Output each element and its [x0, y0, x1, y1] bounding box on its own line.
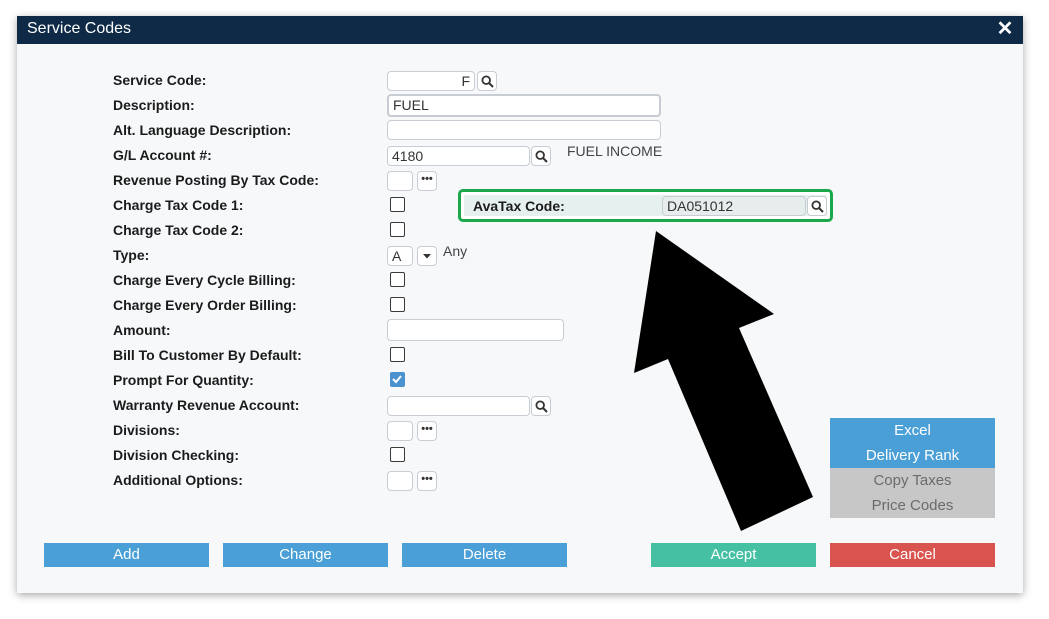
bill-to-customer-by-default-checkbox[interactable]: [390, 347, 405, 362]
checkmark-icon: [392, 375, 402, 384]
search-icon: [534, 149, 548, 163]
label-service-code: Service Code:: [113, 72, 207, 88]
revenue-posting-more-button[interactable]: •••: [417, 171, 437, 191]
label-prompt-for-quantity: Prompt For Quantity:: [113, 372, 254, 388]
cancel-button[interactable]: Cancel: [830, 543, 995, 567]
search-icon: [534, 399, 548, 413]
price-codes-button[interactable]: Price Codes: [830, 493, 995, 518]
label-revenue-posting-by-tax-code: Revenue Posting By Tax Code:: [113, 172, 319, 188]
prompt-for-quantity-checkbox[interactable]: [390, 372, 405, 387]
divisions-more-button[interactable]: •••: [417, 421, 437, 441]
avatax-panel: AvaTax Code: DA051012: [464, 195, 827, 216]
label-division-checking: Division Checking:: [113, 447, 240, 463]
service-code-search-button[interactable]: [477, 71, 497, 91]
additional-options-input[interactable]: [387, 471, 413, 491]
change-button[interactable]: Change: [223, 543, 388, 567]
warranty-revenue-account-search-button[interactable]: [531, 396, 551, 416]
charge-tax-code-2-checkbox[interactable]: [390, 222, 405, 237]
division-checking-checkbox[interactable]: [390, 447, 405, 462]
additional-options-more-button[interactable]: •••: [417, 471, 437, 491]
label-divisions: Divisions:: [113, 422, 180, 438]
label-additional-options: Additional Options:: [113, 472, 243, 488]
divisions-input[interactable]: [387, 421, 413, 441]
accept-button[interactable]: Accept: [651, 543, 816, 567]
label-charge-every-cycle-billing: Charge Every Cycle Billing:: [113, 272, 296, 288]
close-icon[interactable]: ✕: [995, 18, 1015, 40]
warranty-revenue-account-input[interactable]: [387, 396, 530, 416]
avatax-code-search-button[interactable]: [807, 196, 827, 216]
label-warranty-revenue-account: Warranty Revenue Account:: [113, 397, 300, 413]
label-description: Description:: [113, 97, 195, 113]
more-icon: •••: [421, 173, 433, 185]
type-dropdown-button[interactable]: [417, 246, 437, 266]
alt-language-description-input[interactable]: [387, 120, 661, 140]
amount-input[interactable]: [387, 319, 564, 341]
description-input[interactable]: FUEL: [387, 94, 661, 117]
type-name: Any: [443, 243, 468, 259]
title-bar: Service Codes ✕: [17, 16, 1023, 44]
charge-tax-code-1-checkbox[interactable]: [390, 197, 405, 212]
chevron-down-icon: [423, 254, 431, 259]
search-icon: [810, 199, 824, 213]
copy-taxes-button[interactable]: Copy Taxes: [830, 468, 995, 493]
gl-account-input[interactable]: 4180: [387, 146, 530, 166]
delivery-rank-button[interactable]: Delivery Rank: [830, 443, 995, 468]
service-codes-dialog: Service Codes ✕ Service Code: Descriptio…: [17, 16, 1023, 593]
more-icon: •••: [421, 423, 433, 435]
label-charge-tax-code-1: Charge Tax Code 1:: [113, 197, 244, 213]
label-avatax-code: AvaTax Code:: [473, 198, 565, 214]
search-icon: [480, 74, 494, 88]
gl-account-name: FUEL INCOME: [567, 143, 663, 159]
more-icon: •••: [421, 473, 433, 485]
revenue-posting-input[interactable]: [387, 171, 413, 191]
type-input[interactable]: A: [387, 246, 413, 266]
avatax-code-input[interactable]: DA051012: [662, 196, 806, 216]
avatax-highlight-box: AvaTax Code: DA051012: [458, 189, 833, 222]
label-type: Type:: [113, 247, 150, 263]
label-bill-to-customer-by-default: Bill To Customer By Default:: [113, 347, 302, 363]
window-title: Service Codes: [27, 20, 132, 37]
label-gl-account: G/L Account #:: [113, 147, 212, 163]
delete-button[interactable]: Delete: [402, 543, 567, 567]
label-alt-language-description: Alt. Language Description:: [113, 122, 292, 138]
service-code-input[interactable]: F: [387, 71, 475, 91]
charge-every-cycle-billing-checkbox[interactable]: [390, 272, 405, 287]
label-amount: Amount:: [113, 322, 171, 338]
excel-button[interactable]: Excel: [830, 418, 995, 443]
label-charge-tax-code-2: Charge Tax Code 2:: [113, 222, 244, 238]
charge-every-order-billing-checkbox[interactable]: [390, 297, 405, 312]
add-button[interactable]: Add: [44, 543, 209, 567]
gl-account-search-button[interactable]: [531, 146, 551, 166]
label-charge-every-order-billing: Charge Every Order Billing:: [113, 297, 297, 313]
